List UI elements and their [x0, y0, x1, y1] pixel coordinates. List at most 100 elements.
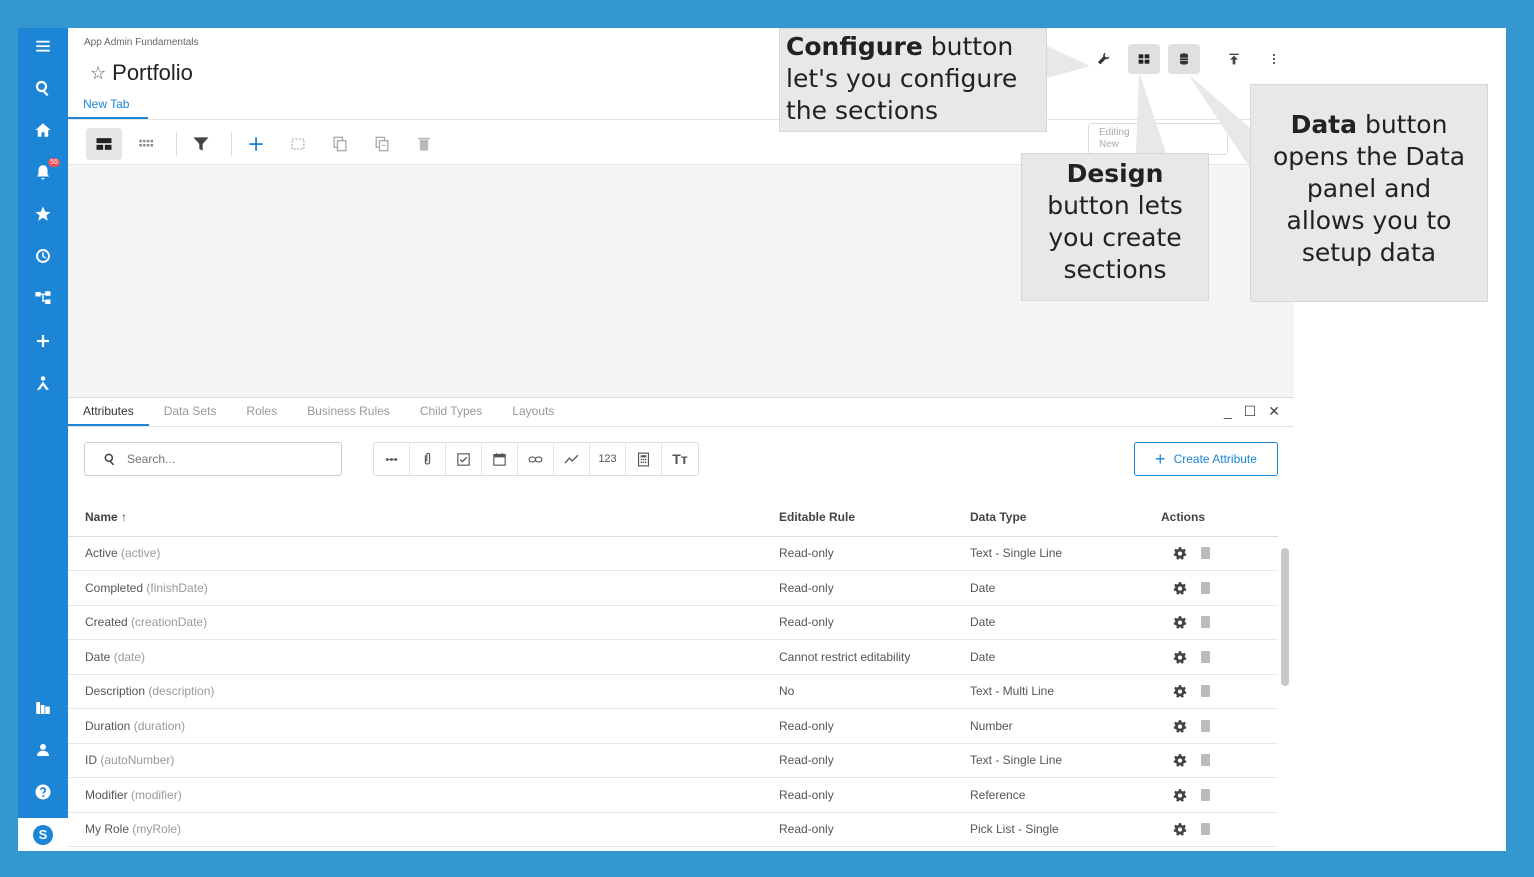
gear-icon[interactable] — [1173, 753, 1187, 767]
table-row[interactable]: My Role (myRole) Read-only Pick List - Sin… — [68, 812, 1278, 847]
delete-section-button[interactable] — [406, 128, 442, 160]
configure-button[interactable] — [1088, 44, 1120, 74]
app-logo[interactable]: S — [18, 818, 68, 851]
trash-icon[interactable] — [1201, 685, 1210, 698]
publish-button[interactable] — [1218, 44, 1250, 74]
filter-all-button[interactable] — [374, 443, 410, 475]
select-button[interactable] — [280, 128, 316, 160]
filter-attachment-button[interactable] — [410, 443, 446, 475]
panel-window-controls: _ ☐ ✕ — [1224, 403, 1280, 420]
gear-icon[interactable] — [1173, 719, 1187, 733]
attribute-name: Modifier — [85, 787, 128, 802]
trash-icon[interactable] — [1201, 719, 1210, 732]
more-button[interactable] — [1258, 44, 1290, 74]
sort-ascending-icon[interactable]: ↑ — [121, 510, 127, 524]
editable-rule-cell: Cannot restrict editability — [779, 639, 970, 675]
trash-icon[interactable] — [1201, 788, 1210, 801]
table-row[interactable]: Duration (duration) Read-only Number — [68, 708, 1278, 744]
gear-icon[interactable] — [1173, 684, 1187, 698]
filter-checkbox-button[interactable] — [446, 443, 482, 475]
duplicate-button[interactable] — [364, 128, 400, 160]
gear-icon[interactable] — [1173, 546, 1187, 560]
tab-new-tab[interactable]: New Tab — [83, 97, 129, 111]
column-data-type[interactable]: Data Type — [970, 498, 1161, 537]
scrollbar-thumb[interactable] — [1281, 548, 1289, 686]
menu-icon[interactable] — [28, 31, 58, 61]
gear-icon[interactable] — [1173, 788, 1187, 802]
help-icon[interactable] — [28, 777, 58, 807]
filter-number-button[interactable]: 123 — [590, 443, 626, 475]
table-row[interactable]: Date (date) Cannot restrict editability Da… — [68, 639, 1278, 675]
tab-business-rules[interactable]: Business Rules — [292, 398, 405, 426]
editable-rule-cell: Read-only — [779, 777, 970, 813]
library-icon[interactable] — [28, 693, 58, 723]
favorite-star-icon[interactable]: ☆ — [90, 63, 106, 84]
home-icon[interactable] — [28, 115, 58, 145]
table-scrollbar[interactable] — [1278, 538, 1290, 851]
tab-layouts[interactable]: Layouts — [497, 398, 569, 426]
filter-date-button[interactable] — [482, 443, 518, 475]
attribute-name: Active — [85, 546, 118, 561]
section-layout-button[interactable] — [86, 128, 122, 160]
wrench-icon — [1098, 53, 1110, 65]
database-icon — [1180, 53, 1188, 65]
copy-button[interactable] — [322, 128, 358, 160]
table-row[interactable]: Modifier (modifier) Read-only Reference — [68, 777, 1278, 813]
search-input[interactable] — [127, 452, 307, 466]
trash-icon[interactable] — [1201, 581, 1210, 594]
trash-icon[interactable] — [1201, 823, 1210, 836]
trash-icon[interactable] — [1201, 754, 1210, 767]
attribute-name-cell: ID (autoNumber) — [68, 743, 779, 778]
tab-data-sets[interactable]: Data Sets — [149, 398, 232, 426]
column-editable-rule[interactable]: Editable Rule — [779, 498, 970, 537]
editable-rule-cell: Read-only — [779, 743, 970, 778]
breadcrumb[interactable]: App Admin Fundamentals — [84, 37, 199, 48]
design-callout-bold: Design — [1066, 159, 1164, 188]
close-icon[interactable]: ✕ — [1268, 403, 1280, 420]
gear-icon[interactable] — [1173, 822, 1187, 836]
minimize-icon[interactable]: _ — [1224, 403, 1232, 420]
table-row[interactable]: Description (description) No Text - Multi … — [68, 674, 1278, 709]
create-attribute-button[interactable]: + Create Attribute — [1134, 442, 1278, 476]
plus-icon[interactable] — [28, 326, 58, 356]
attribute-name-cell: My Role (myRole) — [68, 812, 779, 847]
history-icon[interactable] — [28, 241, 58, 271]
search-icon[interactable] — [28, 73, 58, 103]
column-name-label: Name — [85, 509, 118, 524]
filter-link-button[interactable] — [518, 443, 554, 475]
table-row[interactable]: Completed (finishDate) Read-only Date — [68, 570, 1278, 606]
trash-icon[interactable] — [1201, 547, 1210, 560]
maximize-icon[interactable]: ☐ — [1244, 403, 1257, 420]
grid-layout-button[interactable] — [128, 128, 164, 160]
trash-icon[interactable] — [1201, 650, 1210, 663]
notifications-icon[interactable]: 55 — [28, 157, 60, 187]
table-row[interactable]: ID (autoNumber) Read-only Text - Single Li… — [68, 743, 1278, 778]
gear-icon[interactable] — [1173, 650, 1187, 664]
tab-child-types[interactable]: Child Types — [405, 398, 497, 426]
gear-icon[interactable] — [1173, 581, 1187, 595]
star-icon[interactable] — [28, 199, 58, 229]
tab-attributes[interactable]: Attributes — [68, 398, 149, 426]
table-row[interactable]: Active (active) Read-only Text - Single Li… — [68, 536, 1278, 571]
admin-icon[interactable] — [28, 368, 58, 398]
copy-icon — [333, 136, 347, 152]
attribute-name: Date — [85, 649, 111, 664]
hierarchy-icon[interactable] — [28, 283, 58, 313]
tab-roles[interactable]: Roles — [231, 398, 292, 426]
editing-layout-select[interactable]: Editing New — [1088, 123, 1228, 155]
user-icon[interactable] — [28, 735, 58, 765]
filter-calculated-button[interactable] — [626, 443, 662, 475]
design-callout: Design button lets you create sections — [1021, 153, 1209, 301]
gear-icon[interactable] — [1173, 615, 1187, 629]
create-attribute-label: Create Attribute — [1173, 452, 1257, 466]
filter-text-button[interactable]: Tт — [662, 443, 698, 475]
trash-icon[interactable] — [1201, 616, 1210, 629]
filter-trend-button[interactable] — [554, 443, 590, 475]
column-name[interactable]: Name ↑ — [68, 498, 779, 537]
data-button[interactable] — [1168, 44, 1200, 74]
design-button[interactable] — [1128, 44, 1160, 74]
add-section-button[interactable] — [238, 128, 274, 160]
filter-button[interactable] — [183, 128, 219, 160]
table-row[interactable]: Created (creationDate) Read-only Date — [68, 605, 1278, 640]
attribute-search[interactable] — [84, 442, 342, 476]
